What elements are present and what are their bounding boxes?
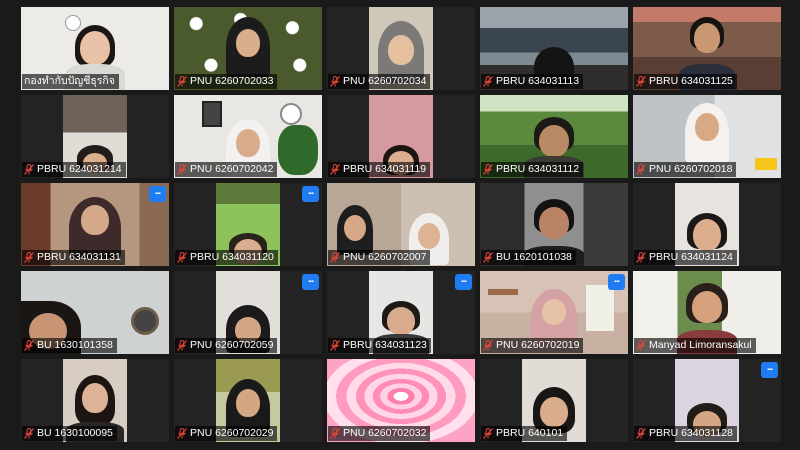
more-options-button[interactable]: ... <box>608 274 625 290</box>
participant-tile[interactable]: PNU 6260702032 <box>327 359 475 442</box>
participant-tile[interactable]: PNU 6260702007 <box>327 183 475 266</box>
mic-muted-icon <box>330 76 340 87</box>
participant-name-label: PBRU 634031123 <box>328 338 431 353</box>
participant-name-label: PBRU 624031214 <box>22 162 126 177</box>
participant-tile[interactable]: PBRU 634031112 <box>480 95 628 178</box>
participant-name-label: PBRU 634031112 <box>481 162 584 177</box>
participant-name-label: PBRU 634031125 <box>634 74 737 89</box>
participant-tile[interactable]: PBRU 634031125 <box>633 7 781 90</box>
more-options-button[interactable]: ... <box>149 186 166 202</box>
window <box>586 285 614 331</box>
participant-name-label: PNU 6260702059 <box>175 338 278 353</box>
participant-name-label: PBRU 640101 <box>481 426 568 441</box>
participant-tile[interactable]: PBRU 634031124 <box>633 183 781 266</box>
more-options-button[interactable]: ... <box>761 362 778 378</box>
mic-muted-icon <box>24 340 34 351</box>
participant-tile[interactable]: PBRU 634031119 <box>327 95 475 178</box>
participant-name-label: PBRU 634031131 <box>22 250 125 265</box>
participant-name-label: PNU 6260702032 <box>328 426 431 441</box>
mic-muted-icon <box>636 428 646 439</box>
participant-tile[interactable]: PBRU 624031214 <box>21 95 169 178</box>
mic-muted-icon <box>483 428 493 439</box>
mic-muted-icon <box>177 252 187 263</box>
participant-tile[interactable]: PBRU 640101 <box>480 359 628 442</box>
participant-tile[interactable]: ... PBRU 634031120 <box>174 183 322 266</box>
mic-muted-icon <box>177 340 187 351</box>
mic-muted-icon <box>330 252 340 263</box>
participant-face <box>344 215 366 241</box>
participant-name-label: PNU 6260702029 <box>175 426 278 441</box>
mic-muted-icon <box>330 164 340 175</box>
participant-tile[interactable]: BU 1630101358 <box>21 271 169 354</box>
mic-muted-icon <box>177 76 187 87</box>
participant-tile[interactable]: PNU 6260702042 <box>174 95 322 178</box>
mic-muted-icon <box>483 164 493 175</box>
participant-name-label: PBRU 634031113 <box>481 74 584 89</box>
participant-tile[interactable]: ... PNU 6260702059 <box>174 271 322 354</box>
mic-muted-icon <box>483 76 493 87</box>
mic-muted-icon <box>24 164 34 175</box>
participant-name-label: BU 1620101038 <box>481 250 576 265</box>
participant-tile[interactable]: PNU 6260702034 <box>327 7 475 90</box>
wall-clock <box>280 103 302 125</box>
participant-name-label: กองทำกับปัญชีธุรกิจ <box>22 74 119 89</box>
participant-tile[interactable]: BU 1620101038 <box>480 183 628 266</box>
participant-tile[interactable]: PNU 6260702018 <box>633 95 781 178</box>
mic-muted-icon <box>483 340 493 351</box>
more-options-button[interactable]: ... <box>455 274 472 290</box>
participant-name-label: PNU 6260702007 <box>328 250 431 265</box>
participant-tile[interactable]: ... PBRU 634031123 <box>327 271 475 354</box>
more-options-button[interactable]: ... <box>302 186 319 202</box>
participant-tile[interactable]: Manyad Limoransakul <box>633 271 781 354</box>
participant-name-label: PBRU 634031120 <box>175 250 278 265</box>
participant-name-label: PBRU 634031124 <box>634 250 737 265</box>
participant-name-label: PNU 6260702018 <box>634 162 737 177</box>
participant-tile[interactable]: BU 1630100095 <box>21 359 169 442</box>
participant-name-label: PNU 6260702033 <box>175 74 278 89</box>
participant-tile[interactable]: PNU 6260702029 <box>174 359 322 442</box>
gallery-grid: กองทำกับปัญชีธุรกิจ PNU 6260702033 PNU 6… <box>21 7 781 442</box>
participant-name-label: Manyad Limoransakul <box>634 338 756 353</box>
participant-tile[interactable]: ... PBRU 634031128 <box>633 359 781 442</box>
participant-name-label: PNU 6260702042 <box>175 162 278 177</box>
wall-clock <box>65 15 81 31</box>
participant-name-label: PNU 6260702019 <box>481 338 584 353</box>
participant-face <box>418 223 440 249</box>
participant-name-label: BU 1630101358 <box>22 338 117 353</box>
mic-muted-icon <box>24 252 34 263</box>
participant-tile[interactable]: PNU 6260702033 <box>174 7 322 90</box>
participant-name-label: PBRU 634031119 <box>328 162 431 177</box>
mic-muted-icon <box>636 76 646 87</box>
mic-muted-icon <box>483 252 493 263</box>
wall-frame <box>202 101 222 127</box>
mic-muted-icon <box>330 428 340 439</box>
participant-name-label: PBRU 634031128 <box>634 426 737 441</box>
participant-tile[interactable]: กองทำกับปัญชีธุรกิจ <box>21 7 169 90</box>
participant-name-label: BU 1630100095 <box>22 426 117 441</box>
shelf <box>488 289 518 295</box>
participant-name-label: PNU 6260702034 <box>328 74 431 89</box>
more-options-button[interactable]: ... <box>302 274 319 290</box>
mic-muted-icon <box>636 164 646 175</box>
participant-tile[interactable]: ... PBRU 634031131 <box>21 183 169 266</box>
mic-muted-icon <box>177 428 187 439</box>
mic-muted-icon <box>636 252 646 263</box>
mic-muted-icon <box>636 340 646 351</box>
mic-muted-icon <box>24 428 34 439</box>
participant-tile[interactable]: ... PNU 6260702019 <box>480 271 628 354</box>
wall-object <box>131 307 159 335</box>
plant <box>278 125 318 175</box>
mic-muted-icon <box>330 340 340 351</box>
mic-muted-icon <box>177 164 187 175</box>
participant-tile[interactable]: PBRU 634031113 <box>480 7 628 90</box>
yellow-object <box>755 158 777 170</box>
